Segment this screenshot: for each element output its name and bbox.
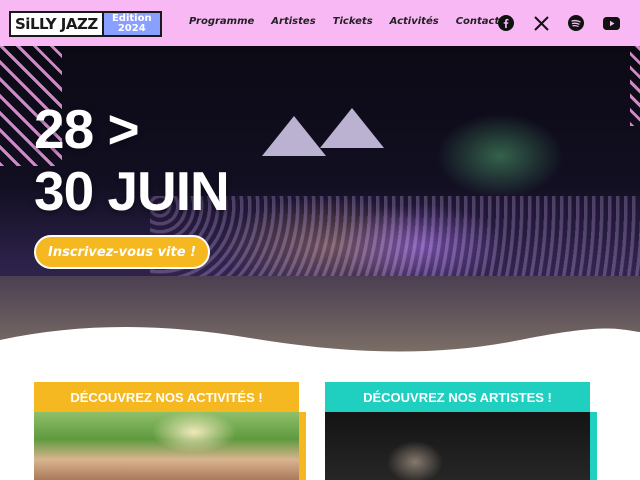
hero-title-line2: 30 JUIN	[34, 160, 230, 222]
nav-programme[interactable]: Programme	[189, 16, 254, 27]
silly-jazz-logo[interactable]: SiLLY JAZZ Edition 2024	[9, 11, 162, 37]
edition-year: 2024	[117, 23, 146, 34]
spotify-icon[interactable]	[567, 14, 585, 32]
facebook-icon[interactable]	[497, 14, 515, 32]
tent-shape	[320, 108, 384, 148]
hero-dates: 28 > 30 JUIN	[34, 98, 230, 222]
artists-card[interactable]: DÉCOUVREZ NOS ARTISTES !	[325, 382, 590, 480]
hero-banner: 28 > 30 JUIN Inscrivez-vous vite !	[0, 46, 640, 356]
hero-title-line1: 28 >	[34, 98, 140, 160]
site-header: SiLLY JAZZ Edition 2024 Programme Artist…	[0, 0, 640, 46]
nav-artistes[interactable]: Artistes	[271, 16, 315, 27]
x-icon[interactable]	[532, 14, 550, 32]
register-button[interactable]: Inscrivez-vous vite !	[34, 235, 210, 269]
social-links	[497, 14, 620, 32]
activities-photo	[34, 412, 299, 480]
youtube-icon[interactable]	[602, 14, 620, 32]
hero-wave-divider	[0, 326, 640, 358]
tent-shape	[262, 116, 326, 156]
artists-card-title: DÉCOUVREZ NOS ARTISTES !	[325, 382, 590, 412]
activities-card-title: DÉCOUVREZ NOS ACTIVITÉS !	[34, 382, 299, 412]
nav-activites[interactable]: Activités	[390, 16, 439, 27]
nav-tickets[interactable]: Tickets	[333, 16, 373, 27]
activities-card[interactable]: DÉCOUVREZ NOS ACTIVITÉS !	[34, 382, 299, 480]
nav-contact[interactable]: Contact	[456, 16, 500, 27]
card-accent-edge	[299, 412, 306, 480]
main-nav: Programme Artistes Tickets Activités Con…	[189, 16, 516, 27]
stage-truss-right	[630, 46, 640, 126]
logo-wordmark: SiLLY JAZZ	[9, 11, 102, 37]
edition-badge: Edition 2024	[101, 11, 162, 37]
artists-photo	[325, 412, 590, 480]
card-accent-edge	[590, 412, 597, 480]
